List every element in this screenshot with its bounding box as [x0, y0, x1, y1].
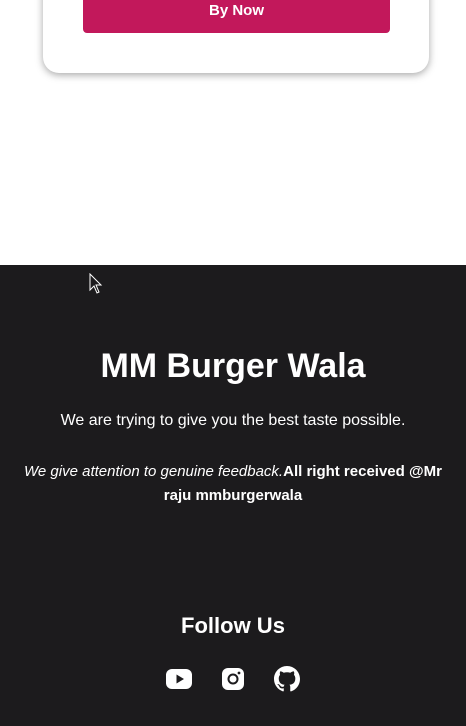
footer: MM Burger Wala We are trying to give you…: [0, 265, 466, 726]
github-icon[interactable]: [274, 666, 300, 692]
footer-tagline: We are trying to give you the best taste…: [60, 412, 406, 429]
footer-feedback: We give attention to genuine feedback.Al…: [20, 460, 446, 508]
buy-now-label: By Now: [208, 2, 264, 19]
product-card: By Now: [43, 0, 429, 73]
footer-brand-title: MM Burger Wala: [100, 347, 366, 385]
instagram-icon[interactable]: [220, 666, 246, 692]
buy-now-button[interactable]: By Now: [83, 0, 390, 33]
social-links: [0, 666, 466, 692]
feedback-text: We give attention to genuine feedback.: [24, 463, 284, 480]
page: By Now MM Burger Wala We are trying to g…: [0, 0, 466, 726]
youtube-icon[interactable]: [166, 666, 192, 692]
follow-us-heading: Follow Us: [181, 613, 285, 638]
